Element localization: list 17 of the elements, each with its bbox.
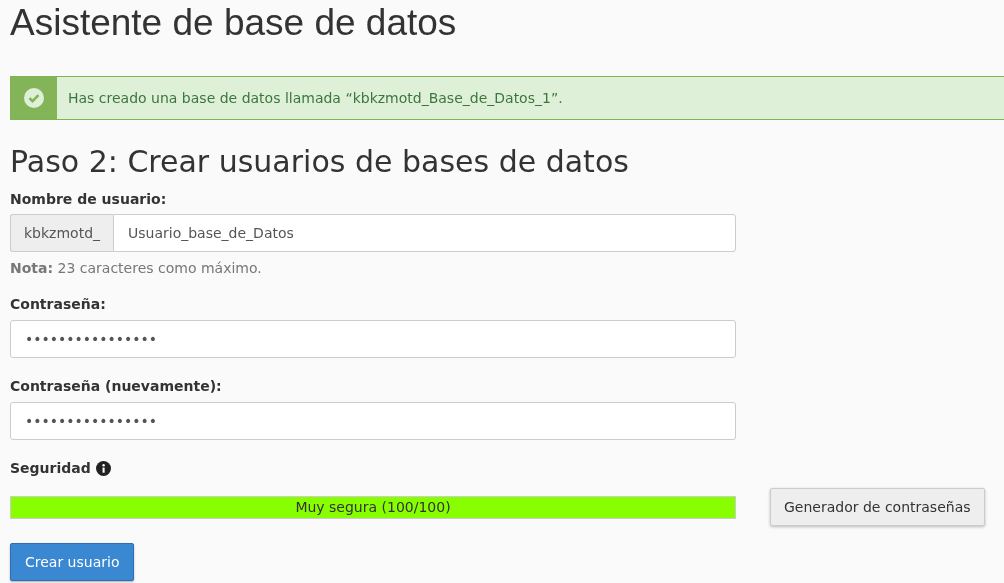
check-circle-icon [24, 88, 44, 108]
password-field[interactable]: •••••••••••••••• [10, 320, 736, 358]
strength-reading: Muy segura (100/100) [294, 498, 452, 517]
field-label: Contraseña: [10, 295, 107, 313]
step-heading: Paso 2: Crear usuarios de bases de datos [10, 144, 630, 180]
field-label: Contraseña (nuevamente): [10, 377, 223, 395]
create-user-button[interactable]: Crear usuario [10, 543, 135, 581]
alert-message: Has creado una base de datos llamada “kbkzmotd_Base_de_Datos_1”. [67, 89, 563, 108]
password-confirm-field[interactable]: •••••••••••••••• [10, 402, 736, 440]
field-label: Nombre de usuario: [10, 190, 168, 208]
info-icon [95, 460, 111, 476]
page-title: Asistente de base de datos [10, 1, 458, 45]
note-text: Nota: 23 caracteres como máximo. [10, 260, 263, 276]
security-label: Seguridad [10, 459, 91, 477]
password-generator-button[interactable]: Generador de contraseñas [770, 488, 985, 526]
username-field[interactable]: Usuario_base_de_Datos [113, 214, 736, 252]
username-prefix: kbkzmotd_ [10, 214, 114, 252]
